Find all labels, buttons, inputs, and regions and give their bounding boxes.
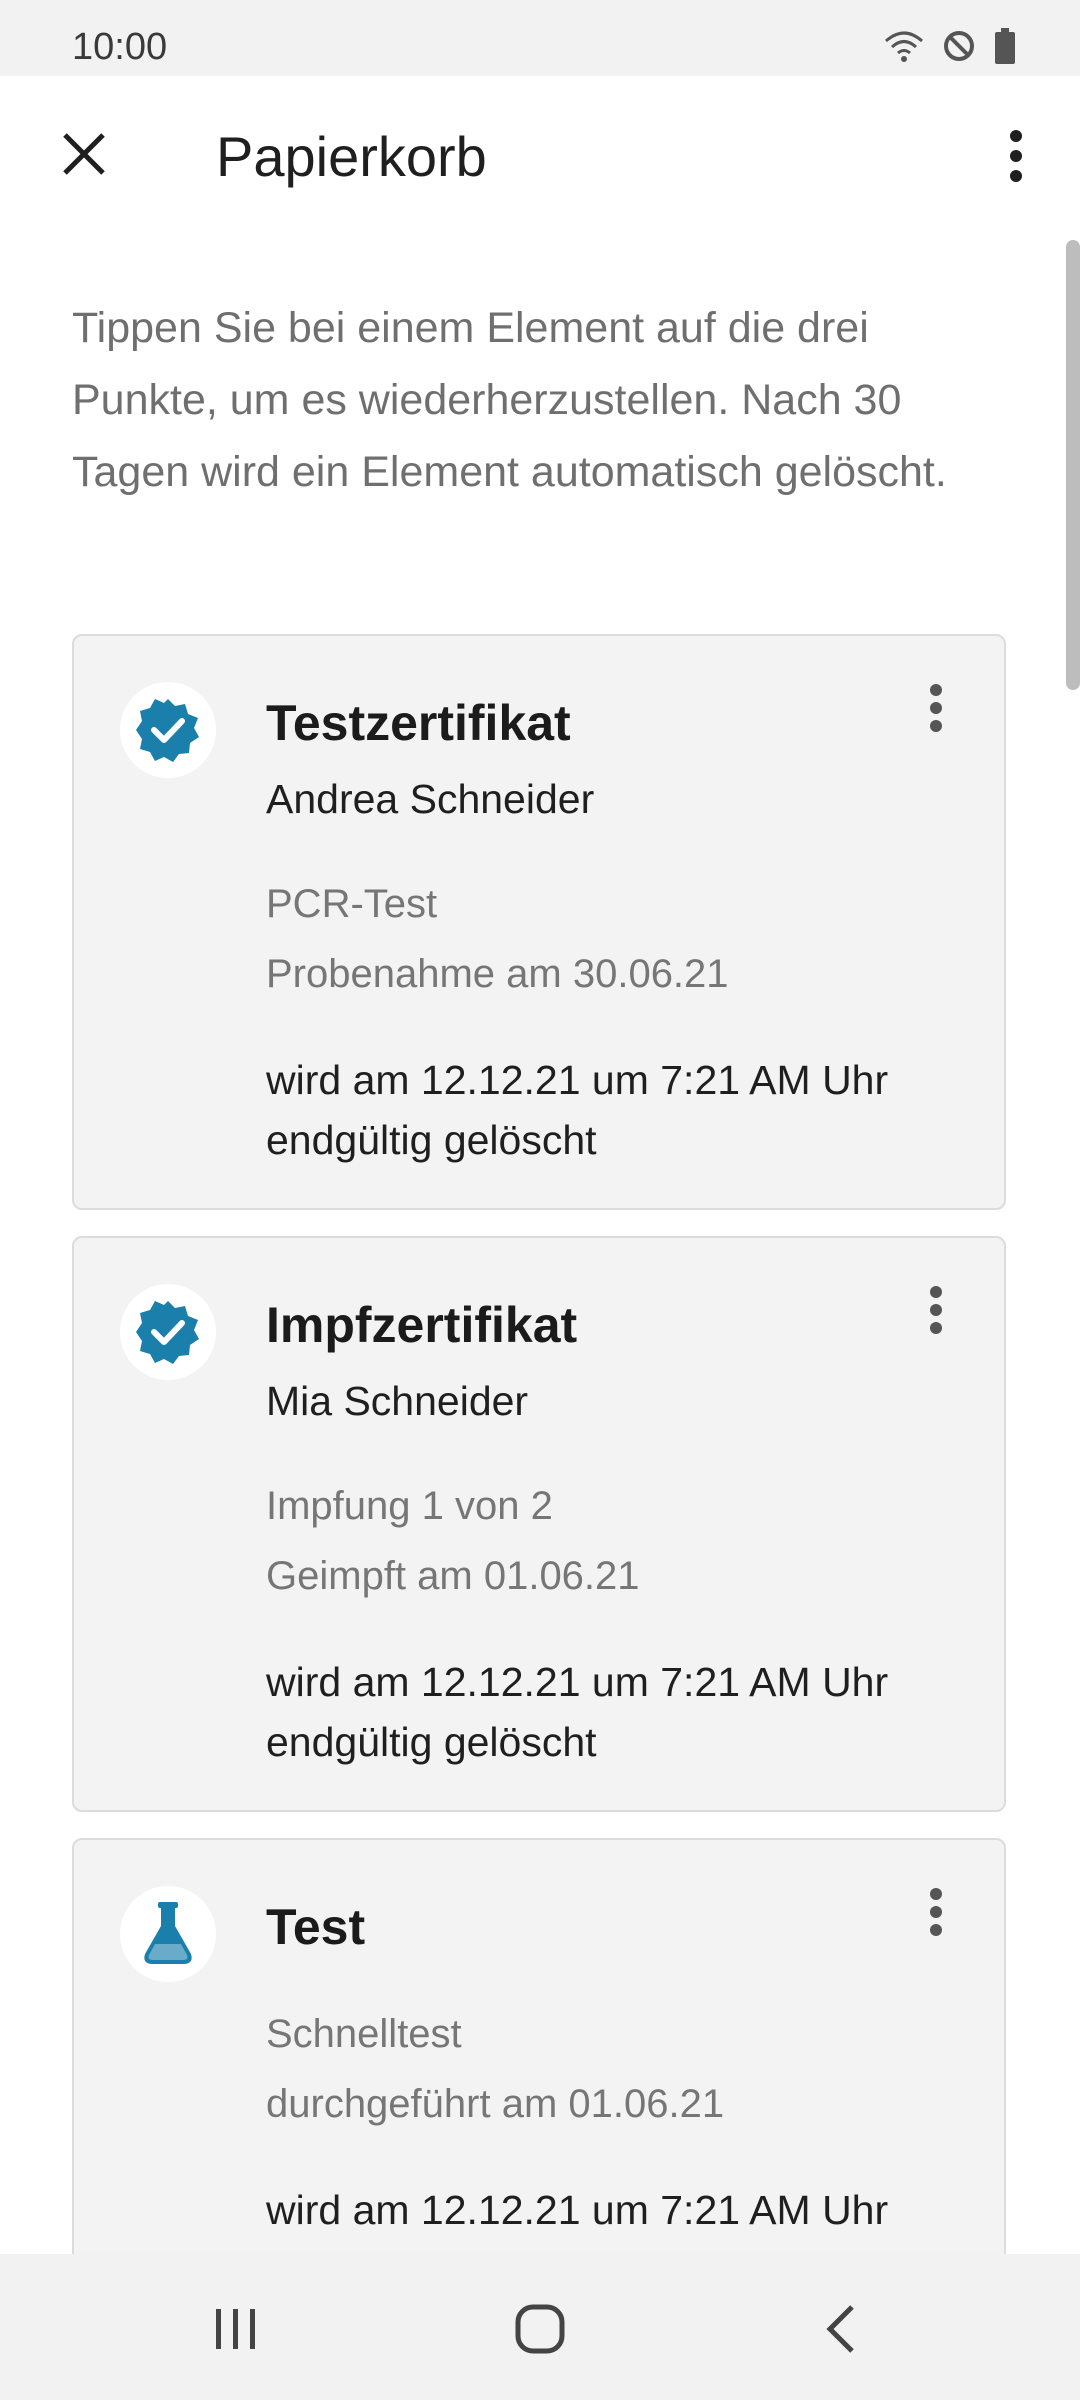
trash-item-card[interactable]: Testzertifikat Andrea Schneider PCR-Test… xyxy=(72,634,1006,1210)
card-date: durchgeführt am 01.06.21 xyxy=(266,2082,725,2126)
more-vert-icon xyxy=(1010,130,1022,182)
app-bar: Papierkorb xyxy=(0,76,1080,252)
more-vert-icon xyxy=(930,1286,942,1334)
close-button[interactable] xyxy=(48,118,120,190)
card-title: Impfzertifikat xyxy=(266,1297,578,1353)
card-more-button[interactable] xyxy=(916,1882,956,1942)
scrollbar[interactable] xyxy=(1066,240,1080,690)
status-bar: 10:00 xyxy=(0,0,1080,76)
wifi-icon xyxy=(885,31,923,62)
status-time: 10:00 xyxy=(72,26,168,68)
home-icon xyxy=(515,2304,565,2354)
card-title: Testzertifikat xyxy=(266,695,571,751)
overflow-menu-button[interactable] xyxy=(992,116,1040,196)
card-date: Geimpft am 01.06.21 xyxy=(266,1554,640,1598)
close-icon xyxy=(63,133,105,175)
flask-icon xyxy=(120,1886,216,1982)
do-not-disturb-icon xyxy=(944,31,974,61)
status-icons xyxy=(884,28,1016,64)
verified-badge-icon xyxy=(120,682,216,778)
card-deletion-notice: wird am 12.12.21 um 7:21 AM Uhr endgülti… xyxy=(266,1659,889,1765)
more-vert-icon xyxy=(930,1888,942,1936)
home-button[interactable] xyxy=(500,2294,580,2364)
back-icon xyxy=(826,2305,854,2353)
back-button[interactable] xyxy=(800,2294,880,2364)
recents-icon xyxy=(216,2309,255,2349)
intro-text: Tippen Sie bei einem Element auf die dre… xyxy=(72,304,947,496)
page-title: Papierkorb xyxy=(216,125,487,188)
battery-icon xyxy=(995,28,1015,64)
more-vert-icon xyxy=(930,684,942,732)
card-person-name: Mia Schneider xyxy=(266,1378,529,1424)
card-test-type: PCR-Test xyxy=(266,882,438,926)
card-person-name: Andrea Schneider xyxy=(266,776,595,822)
verified-badge-icon xyxy=(120,1284,216,1380)
card-dose-info: Impfung 1 von 2 xyxy=(266,1484,553,1528)
card-more-button[interactable] xyxy=(916,678,956,738)
recents-button[interactable] xyxy=(196,2294,276,2364)
system-navigation-bar xyxy=(0,2254,1080,2400)
card-more-button[interactable] xyxy=(916,1280,956,1340)
card-deletion-notice: wird am 12.12.21 um 7:21 AM Uhr endgülti… xyxy=(266,1057,889,1163)
card-title: Test xyxy=(266,1899,366,1955)
card-test-type: Schnelltest xyxy=(266,2012,462,2056)
card-date: Probenahme am 30.06.21 xyxy=(266,952,729,996)
trash-item-card[interactable]: Impfzertifikat Mia Schneider Impfung 1 v… xyxy=(72,1236,1006,1812)
